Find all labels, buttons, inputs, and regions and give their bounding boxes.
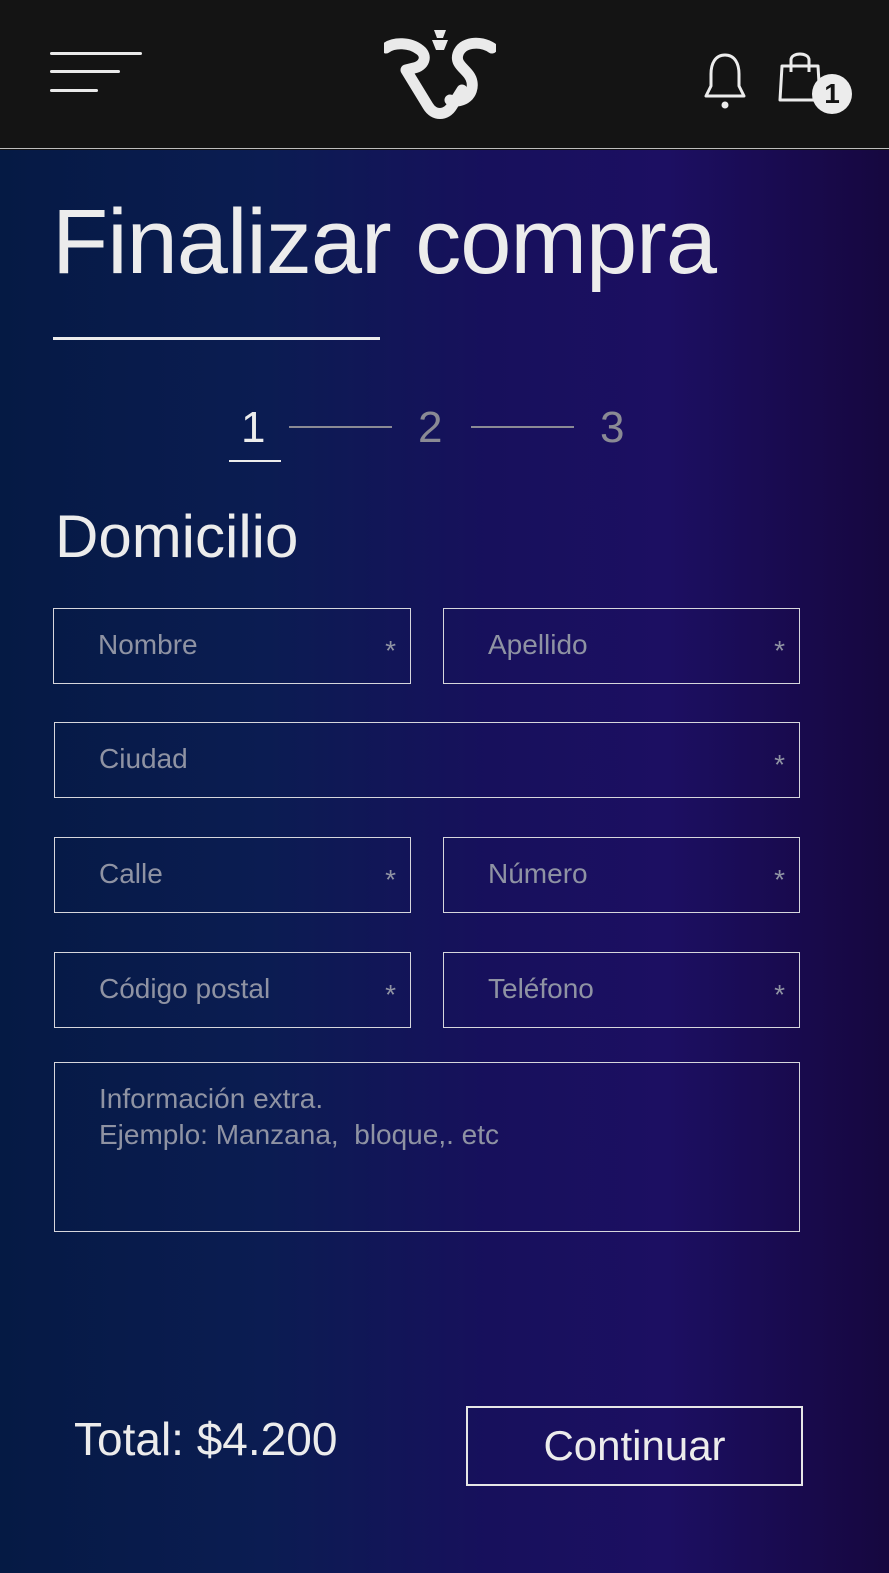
nombre-placeholder: Nombre xyxy=(98,629,198,660)
page-title: Finalizar compra xyxy=(52,191,717,293)
step-3[interactable]: 3 xyxy=(600,403,624,453)
telefono-placeholder: Teléfono xyxy=(488,973,594,1004)
extra-info-placeholder: Información extra. Ejemplo: Manzana, blo… xyxy=(99,1081,499,1153)
menu-button[interactable] xyxy=(50,52,142,94)
required-mark: * xyxy=(385,864,396,895)
telefono-field[interactable]: Teléfono * xyxy=(443,952,800,1028)
required-mark: * xyxy=(774,864,785,895)
checkout-panel: Finalizar compra 1 2 3 Domicilio Nombre … xyxy=(0,150,889,1573)
apellido-placeholder: Apellido xyxy=(488,629,588,660)
cart-count-badge: 1 xyxy=(812,74,852,114)
required-mark: * xyxy=(774,749,785,780)
nombre-field[interactable]: Nombre * xyxy=(53,608,411,684)
ciudad-placeholder: Ciudad xyxy=(99,743,188,774)
step-connector xyxy=(289,426,392,428)
numero-field[interactable]: Número * xyxy=(443,837,800,913)
codigo-postal-placeholder: Código postal xyxy=(99,973,271,1004)
required-mark: * xyxy=(774,635,785,666)
continue-button[interactable]: Continuar xyxy=(466,1406,803,1486)
extra-info-line-2: Ejemplo: Manzana, bloque,. etc xyxy=(99,1119,500,1150)
codigo-postal-field[interactable]: Código postal * xyxy=(54,952,411,1028)
title-divider xyxy=(53,337,380,340)
numero-placeholder: Número xyxy=(488,858,588,889)
required-mark: * xyxy=(385,635,396,666)
section-title: Domicilio xyxy=(55,503,299,570)
ciudad-field[interactable]: Ciudad * xyxy=(54,722,800,798)
extra-info-textarea[interactable]: Información extra. Ejemplo: Manzana, blo… xyxy=(54,1062,800,1232)
menu-line xyxy=(50,52,142,55)
calle-placeholder: Calle xyxy=(99,858,163,889)
calle-field[interactable]: Calle * xyxy=(54,837,411,913)
extra-info-line-1: Información extra. xyxy=(99,1083,324,1114)
required-mark: * xyxy=(774,979,785,1010)
apellido-field[interactable]: Apellido * xyxy=(443,608,800,684)
order-total: Total: $4.200 xyxy=(74,1413,338,1465)
menu-line xyxy=(50,70,120,73)
top-bar: 1 xyxy=(0,0,889,149)
required-mark: * xyxy=(385,979,396,1010)
cart-button[interactable]: 1 xyxy=(778,48,852,116)
menu-line xyxy=(50,89,98,92)
step-1[interactable]: 1 xyxy=(241,403,265,453)
step-2[interactable]: 2 xyxy=(418,403,442,453)
active-step-underline xyxy=(229,460,281,462)
brand-logo[interactable] xyxy=(384,28,496,124)
step-connector xyxy=(471,426,574,428)
bell-icon[interactable] xyxy=(703,52,747,110)
